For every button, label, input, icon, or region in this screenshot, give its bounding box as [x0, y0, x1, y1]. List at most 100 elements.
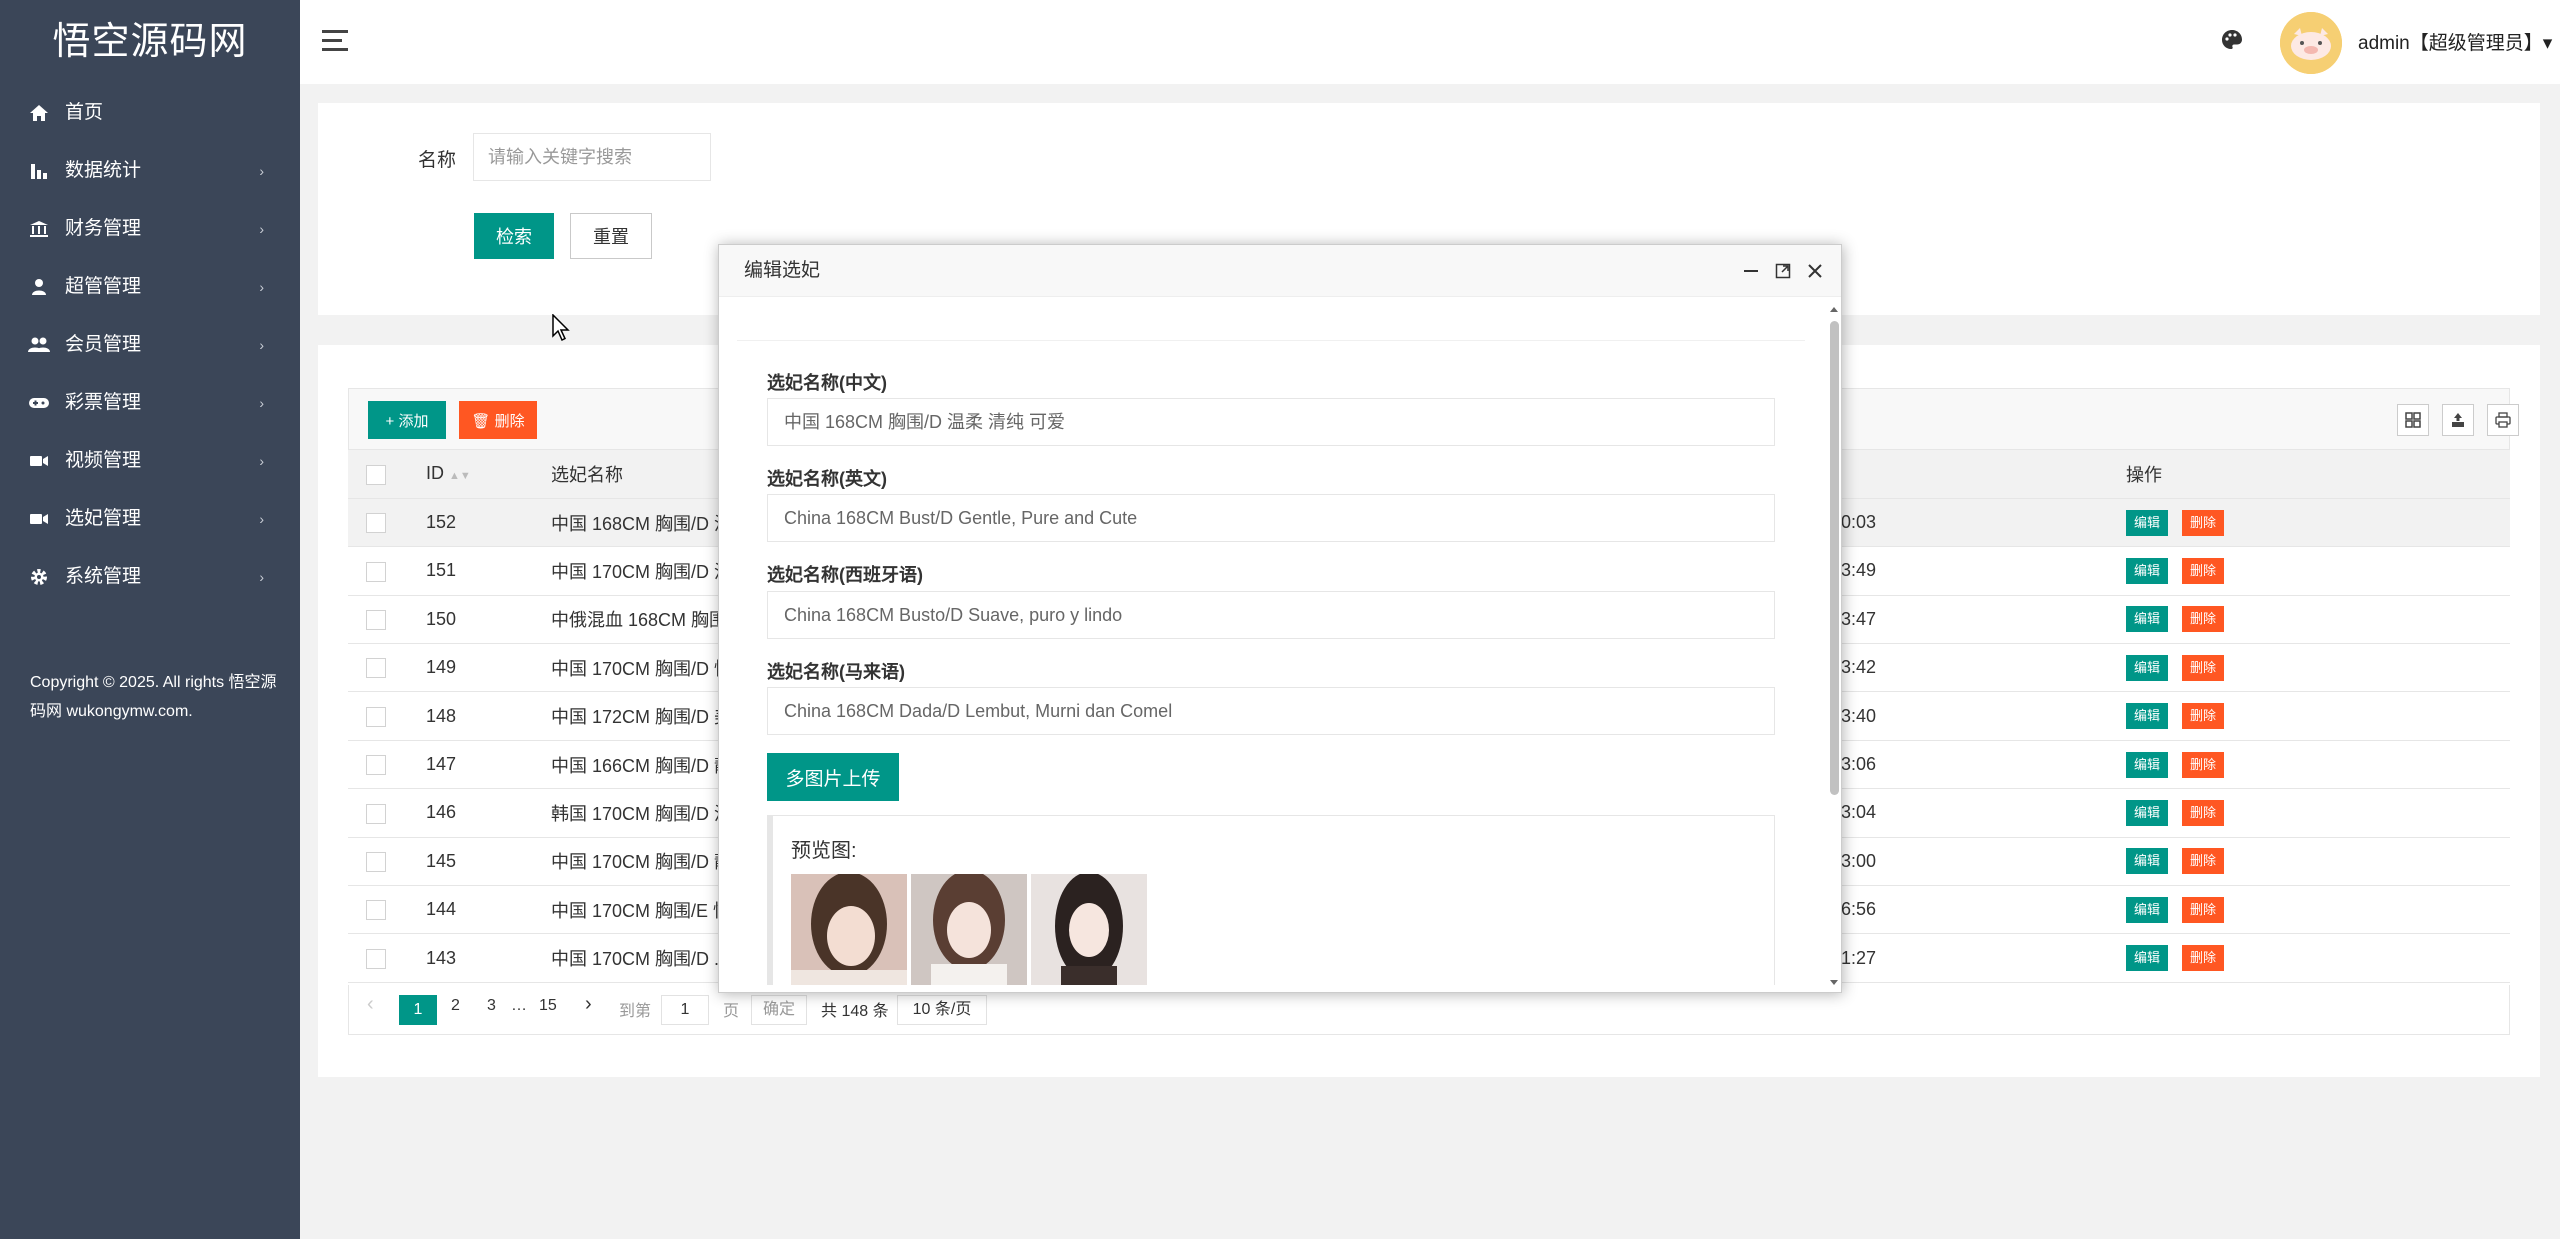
goto-label: 到第 [619, 1003, 652, 1020]
chevron-right-icon: › [259, 453, 264, 469]
preview-image[interactable] [1031, 874, 1147, 985]
bank-icon [28, 200, 50, 258]
palette-icon[interactable] [2220, 28, 2246, 54]
scrollbar-thumb[interactable] [1830, 321, 1839, 795]
total-count: 共 148 条 [821, 1003, 889, 1020]
sidebar-item-home[interactable]: 首页 [0, 84, 300, 142]
name-zh-input[interactable]: 中国 168CM 胸围/D 温柔 清纯 可爱 [767, 398, 1775, 446]
page-15[interactable]: 15 [539, 997, 557, 1015]
edit-dialog: 编辑选妃 选妃名称(中文) 中国 168CM 胸围/D 温柔 清纯 可爱 选妃名… [718, 244, 1842, 993]
field-label-name-en: 选妃名称(英文) [767, 469, 887, 489]
users-icon [28, 316, 50, 374]
sidebar-item-videos[interactable]: 视频管理 › [0, 432, 300, 490]
chevron-right-icon: › [259, 279, 264, 295]
goto-confirm-button[interactable]: 确定 [751, 995, 807, 1025]
name-ms-input[interactable]: China 168CM Dada/D Lembut, Murni dan Com… [767, 687, 1775, 735]
dialog-top-band [737, 305, 1805, 341]
row-checkbox[interactable] [366, 948, 386, 969]
batch-delete-button[interactable]: 🗑 删除 [459, 401, 537, 439]
delete-button[interactable]: 删除 [2182, 606, 2224, 633]
page-3[interactable]: 3 [487, 997, 496, 1015]
preview-image[interactable] [911, 874, 1027, 985]
page-1[interactable]: 1 [399, 995, 437, 1025]
sort-icon: ▲▼ [449, 470, 471, 483]
goto-page-input[interactable]: 1 [661, 995, 709, 1025]
select-all-checkbox[interactable] [366, 464, 386, 485]
row-checkbox[interactable] [366, 513, 386, 534]
edit-button[interactable]: 编辑 [2126, 945, 2168, 972]
page-size-select[interactable]: 10 条/页 [897, 995, 987, 1025]
edit-button[interactable]: 编辑 [2126, 654, 2168, 681]
column-header-id[interactable]: ID ▲▼ [408, 450, 533, 499]
edit-button[interactable]: 编辑 [2126, 557, 2168, 584]
delete-button[interactable]: 删除 [2182, 509, 2224, 536]
column-header-actions: 操作 [2108, 450, 2510, 499]
search-input[interactable] [473, 133, 711, 181]
sidebar-item-finance[interactable]: 财务管理 › [0, 200, 300, 258]
delete-button[interactable]: 删除 [2182, 703, 2224, 730]
delete-button[interactable]: 删除 [2182, 654, 2224, 681]
sidebar-item-stats[interactable]: 数据统计 › [0, 142, 300, 200]
user-menu[interactable]: admin【超级管理员】▾ [2358, 28, 2552, 55]
close-icon[interactable] [1803, 259, 1827, 283]
name-es-input[interactable]: China 168CM Busto/D Suave, puro y lindo [767, 591, 1775, 639]
prev-page-button[interactable]: ‹ [367, 993, 374, 1016]
edit-button[interactable]: 编辑 [2126, 751, 2168, 778]
delete-button[interactable]: 删除 [2182, 557, 2224, 584]
export-icon[interactable] [2442, 404, 2474, 436]
edit-button[interactable]: 编辑 [2126, 606, 2168, 633]
row-checkbox[interactable] [366, 658, 386, 679]
print-icon[interactable] [2487, 404, 2519, 436]
preview-image[interactable] [791, 874, 907, 985]
reset-button[interactable]: 重置 [570, 213, 652, 259]
name-en-input[interactable]: China 168CM Bust/D Gentle, Pure and Cute [767, 494, 1775, 542]
row-checkbox[interactable] [366, 803, 386, 824]
avatar[interactable] [2280, 12, 2342, 74]
row-checkbox[interactable] [366, 609, 386, 630]
field-label-name-zh: 选妃名称(中文) [767, 373, 887, 393]
add-button[interactable]: + 添加 [368, 401, 446, 439]
row-checkbox[interactable] [366, 561, 386, 582]
row-checkbox[interactable] [366, 900, 386, 921]
page-2[interactable]: 2 [451, 997, 460, 1015]
edit-button[interactable]: 编辑 [2126, 509, 2168, 536]
video-icon [28, 432, 50, 490]
sidebar-item-system[interactable]: 系统管理 › [0, 548, 300, 606]
gear-icon [28, 548, 50, 606]
sidebar-item-label: 视频管理 [65, 450, 142, 471]
delete-button[interactable]: 删除 [2182, 848, 2224, 875]
search-label: 名称 [418, 150, 457, 171]
sidebar-item-members[interactable]: 会员管理 › [0, 316, 300, 374]
page-unit-label: 页 [723, 1003, 740, 1020]
minimize-icon[interactable] [1739, 259, 1763, 283]
dialog-header[interactable]: 编辑选妃 [719, 245, 1841, 297]
column-header-time [1823, 450, 2108, 499]
columns-filter-icon[interactable] [2397, 404, 2429, 436]
sidebar-item-selection[interactable]: 选妃管理 › [0, 490, 300, 548]
menu-toggle-icon[interactable] [322, 30, 348, 52]
chevron-right-icon: › [259, 221, 264, 237]
edit-button[interactable]: 编辑 [2126, 703, 2168, 730]
sidebar-item-label: 彩票管理 [65, 392, 142, 413]
sidebar-item-label: 会员管理 [65, 334, 142, 355]
edit-button[interactable]: 编辑 [2126, 799, 2168, 826]
edit-button[interactable]: 编辑 [2126, 896, 2168, 923]
row-checkbox[interactable] [366, 706, 386, 727]
sidebar-item-lottery[interactable]: 彩票管理 › [0, 374, 300, 432]
multi-image-upload-button[interactable]: 多图片上传 [767, 753, 899, 801]
delete-button[interactable]: 删除 [2182, 751, 2224, 778]
next-page-button[interactable]: › [585, 993, 592, 1016]
user-icon [28, 258, 50, 316]
delete-button[interactable]: 删除 [2182, 896, 2224, 923]
delete-button[interactable]: 删除 [2182, 799, 2224, 826]
row-checkbox[interactable] [366, 755, 386, 776]
search-button[interactable]: 检索 [474, 213, 554, 259]
row-checkbox[interactable] [366, 851, 386, 872]
dialog-scrollbar[interactable] [1827, 303, 1841, 989]
maximize-icon[interactable] [1771, 259, 1795, 283]
delete-button[interactable]: 删除 [2182, 945, 2224, 972]
sidebar-item-admins[interactable]: 超管管理 › [0, 258, 300, 316]
edit-button[interactable]: 编辑 [2126, 848, 2168, 875]
app-logo[interactable]: 悟空源码网 [0, 0, 300, 84]
sidebar-item-label: 首页 [65, 102, 104, 123]
